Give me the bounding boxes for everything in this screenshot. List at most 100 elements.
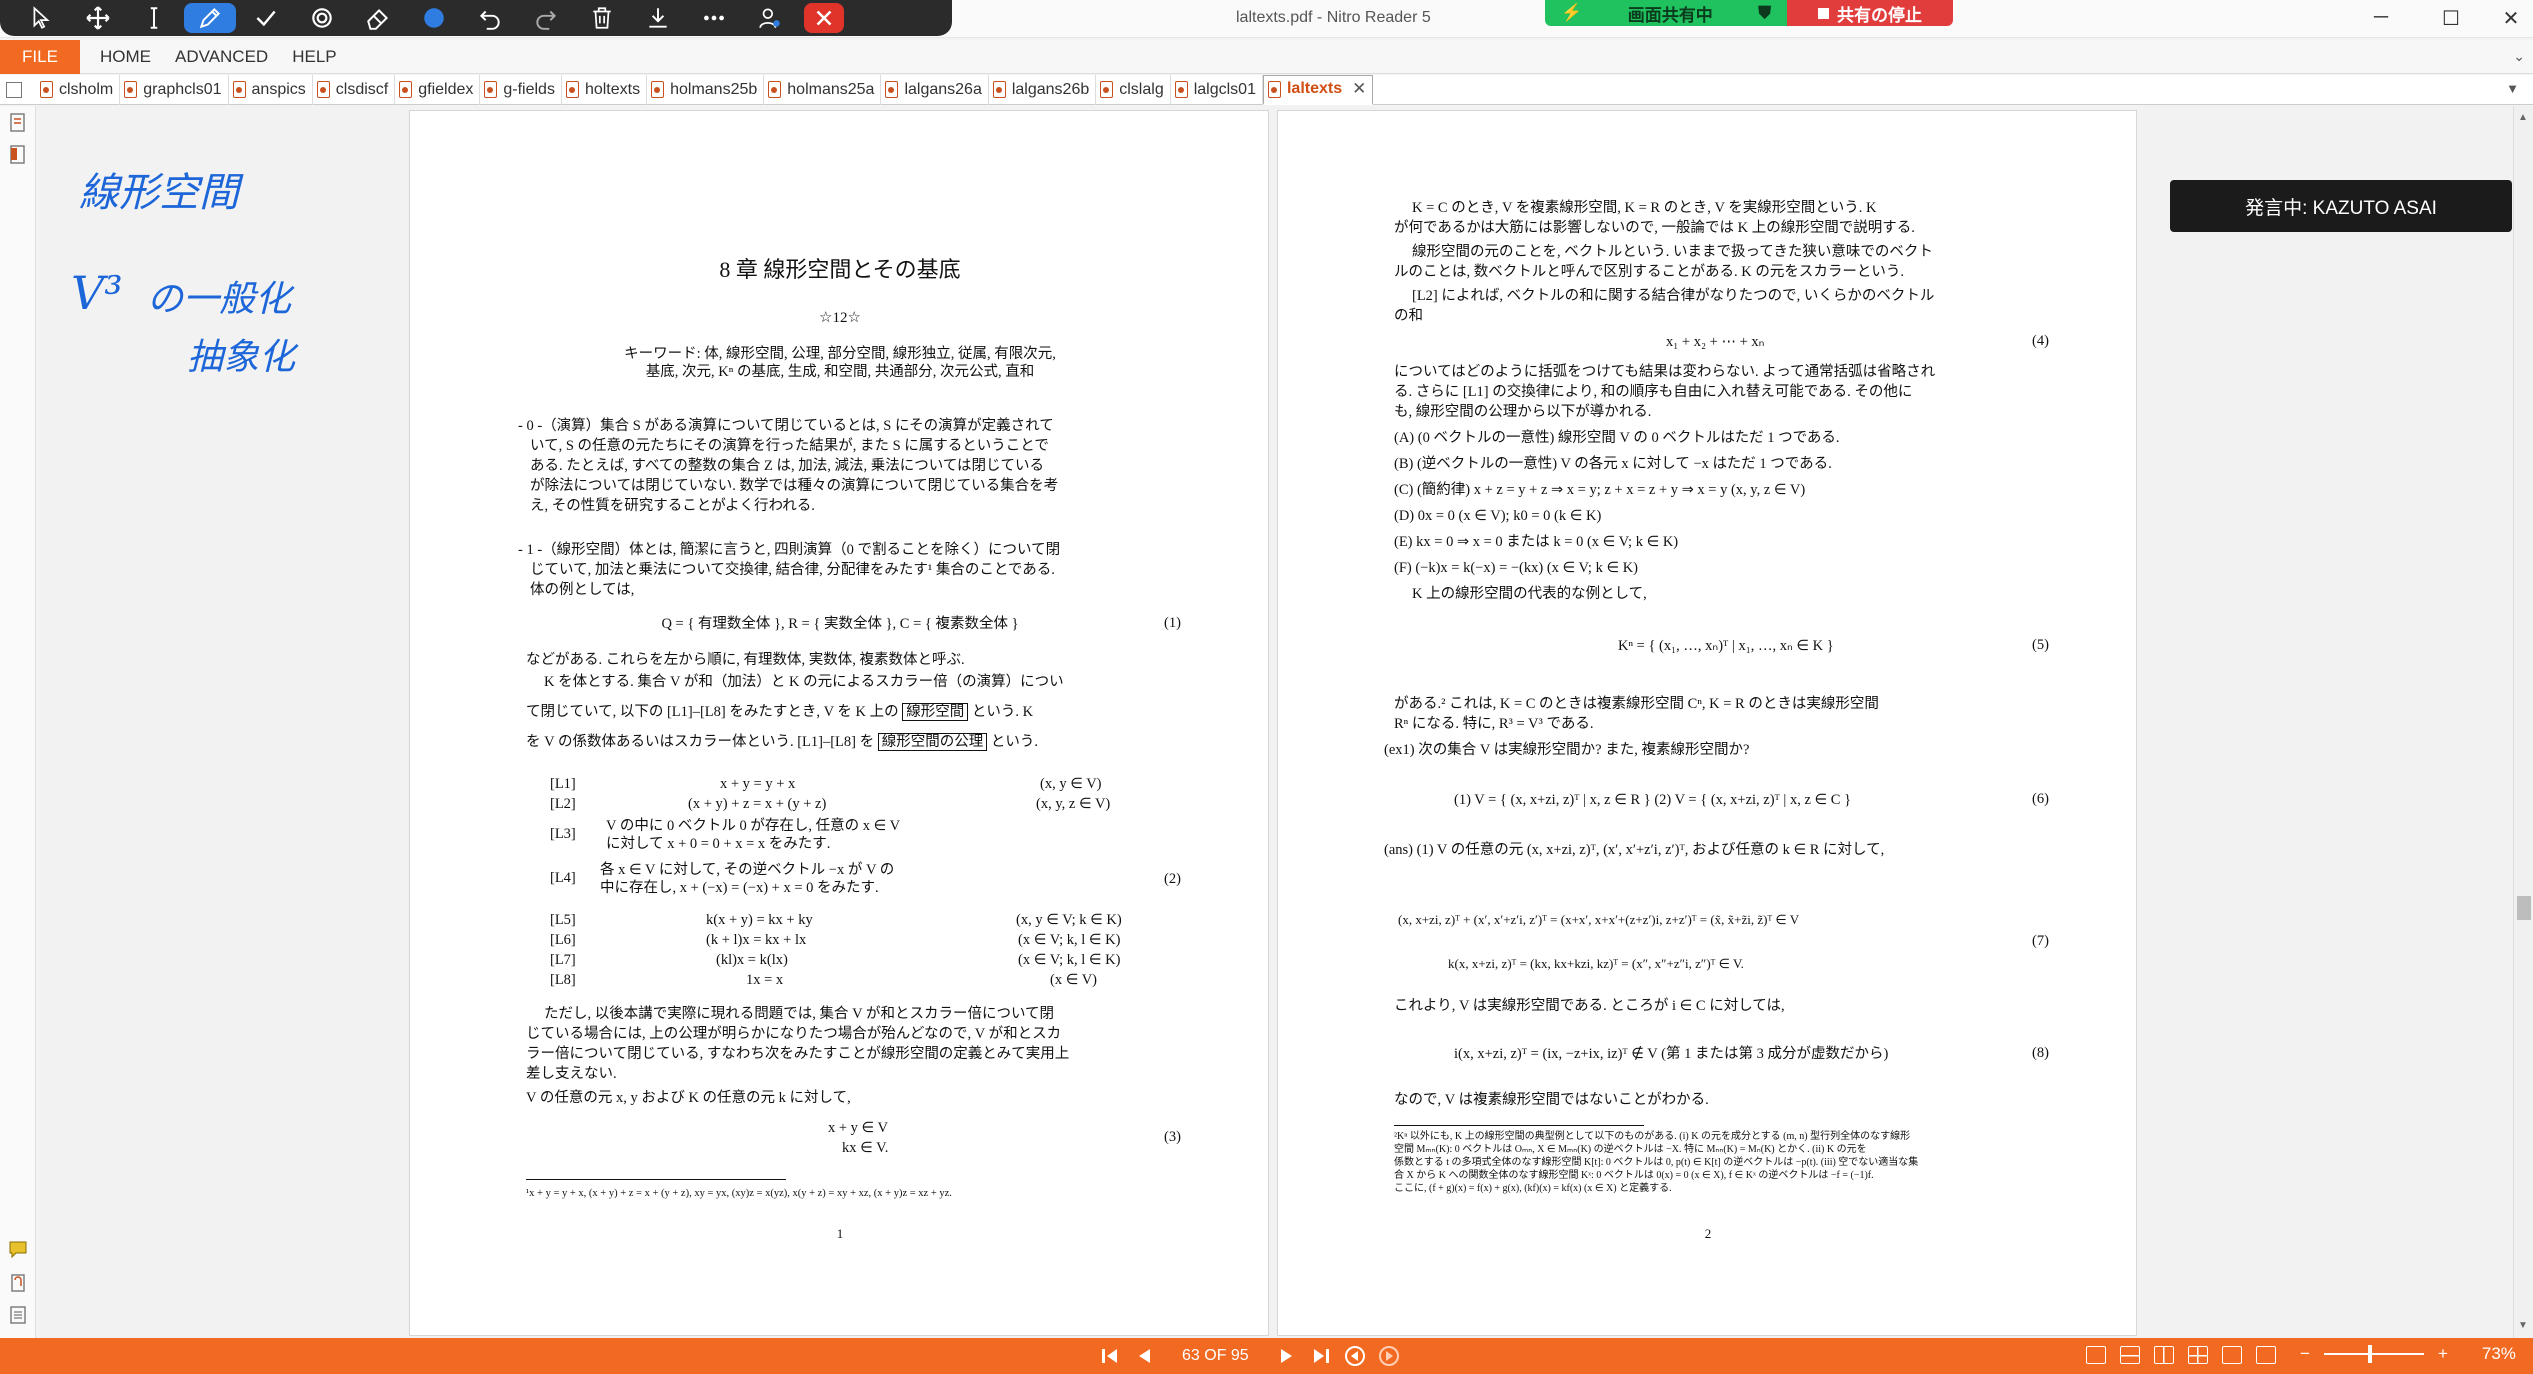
pages-panel-icon[interactable] — [7, 112, 29, 134]
attachments-panel-icon[interactable] — [7, 1272, 29, 1294]
chapter-title: 8 章 線形空間とその基底 — [719, 257, 961, 282]
tab-overflow-icon[interactable]: ▼ — [2506, 81, 2519, 96]
tab-laltexts[interactable]: laltexts ✕ — [1262, 74, 1374, 105]
stamp-tool[interactable] — [294, 0, 350, 36]
zoom-slider-thumb[interactable] — [2367, 1345, 2372, 1363]
scroll-down-icon[interactable]: ▼ — [2518, 1320, 2528, 1331]
text-line: も, 線形空間の公理から以下が導かれる. — [1394, 404, 1652, 420]
single-page-view-icon[interactable] — [2086, 1346, 2106, 1364]
axiom-tag: [L4] — [550, 870, 576, 886]
tab-list-icon[interactable] — [6, 81, 22, 98]
text-line: じていて, 加法と乗法について交換律, 結合律, 分配律をみたす¹ 集合のことで… — [530, 562, 1055, 578]
view-mode-buttons — [2086, 1346, 2276, 1364]
tab-holmans25b[interactable]: holmans25b — [647, 74, 765, 105]
select-arrow-tool[interactable] — [14, 0, 70, 36]
property-line: (E) kx = 0 ⇒ x = 0 または k = 0 (x ∈ V; k ∈… — [1394, 534, 1679, 550]
text-line: ルのことは, 数ベクトルと呼んで区別することがある. K の元をスカラーという. — [1394, 264, 1904, 280]
tab-holtexts[interactable]: holtexts — [562, 74, 648, 105]
layers-panel-icon[interactable] — [7, 1304, 29, 1326]
zoom-control: − + 73% — [2300, 1344, 2516, 1364]
check-tool[interactable] — [238, 0, 294, 36]
scrollbar-thumb[interactable] — [2517, 896, 2531, 920]
ribbon-collapse-icon[interactable]: ⌄ — [2513, 48, 2525, 65]
equation-number: (3) — [1164, 1129, 1181, 1145]
text-cursor-tool[interactable] — [126, 0, 182, 36]
close-window-button[interactable]: ✕ — [2486, 6, 2533, 31]
axiom-eq: 1x = x — [746, 972, 784, 988]
text-line: が除法については閉じていない. 数学では種々の演算について閉じている集合を考 — [530, 478, 1059, 494]
equation-8: i(x, x+zi, z)ᵀ = (ix, −z+ix, iz)ᵀ ∉ V (第… — [1454, 1046, 1889, 1062]
fit-width-icon[interactable] — [2256, 1346, 2276, 1364]
first-page-icon — [1102, 1349, 1117, 1363]
more-dots-icon — [704, 15, 724, 21]
facing-view-icon[interactable] — [2154, 1346, 2174, 1364]
tab-clsholm[interactable]: clsholm — [36, 74, 121, 105]
comments-panel-icon[interactable] — [7, 1238, 29, 1260]
first-page-button[interactable] — [1098, 1344, 1122, 1368]
tab-anspics[interactable]: anspics — [229, 74, 313, 105]
more-options-button[interactable] — [686, 0, 742, 36]
zoom-in-icon[interactable]: + — [2438, 1344, 2448, 1364]
text-cursor-icon — [150, 7, 158, 29]
axiom-cond: (x, y, z ∈ V) — [1036, 796, 1111, 812]
document-viewport[interactable]: 8 章 線形空間とその基底 ☆12☆ キーワード: 体, 線形空間, 公理, 部… — [37, 106, 2513, 1338]
scroll-up-icon[interactable]: ▲ — [2518, 112, 2528, 123]
tab-holmans25a[interactable]: holmans25a — [764, 74, 882, 105]
participant-settings-button[interactable] — [742, 0, 798, 36]
last-page-button[interactable] — [1309, 1344, 1333, 1368]
next-view-button[interactable] — [1377, 1344, 1401, 1368]
screen-share-bar: ⚡ 画面共有中 ⛊ 共有の停止 — [1545, 0, 1953, 26]
redo-button[interactable] — [518, 0, 574, 36]
tab-clslalg[interactable]: clslalg — [1096, 74, 1171, 105]
minimize-button[interactable]: ─ — [2356, 6, 2406, 29]
save-download-button[interactable] — [630, 0, 686, 36]
previous-view-button[interactable] — [1343, 1344, 1367, 1368]
tab-lalgans26b[interactable]: lalgans26b — [989, 74, 1097, 105]
close-icon — [816, 10, 832, 26]
pdf-page-2: K = C のとき, V を複素線形空間, K = R のとき, V を実線形空… — [1277, 110, 2137, 1336]
undo-button[interactable] — [462, 0, 518, 36]
menu-advanced[interactable]: ADVANCED — [175, 47, 268, 67]
text-line: K 上の線形空間の代表的な例として, — [1412, 586, 1647, 602]
vertical-scrollbar[interactable]: ▲ ▼ — [2513, 106, 2533, 1338]
keywords-line-2: 基底, 次元, Kⁿ の基底, 生成, 和空間, 共通部分, 次元公式, 直和 — [645, 364, 1035, 380]
tab-clsdiscf[interactable]: clsdiscf — [313, 74, 396, 105]
tab-gfieldex[interactable]: gfieldex — [395, 74, 481, 105]
menu-file[interactable]: FILE — [0, 39, 80, 74]
axiom-cond: (x ∈ V) — [1050, 972, 1097, 988]
menu-help[interactable]: HELP — [292, 47, 336, 67]
tab-lalgcls01[interactable]: lalgcls01 — [1171, 74, 1263, 105]
color-picker[interactable] — [406, 0, 462, 36]
fit-page-icon[interactable] — [2222, 1346, 2242, 1364]
eraser-tool[interactable] — [350, 0, 406, 36]
next-page-button[interactable] — [1275, 1344, 1299, 1368]
last-page-icon — [1313, 1349, 1329, 1363]
previous-page-button[interactable] — [1132, 1344, 1156, 1368]
bookmarks-panel-icon[interactable] — [7, 144, 29, 166]
facing-continuous-view-icon[interactable] — [2188, 1346, 2208, 1364]
axiom-eq: x + y = y + x — [720, 776, 796, 792]
plug-icon: ⚡ — [1561, 3, 1583, 22]
tab-g-fields[interactable]: g-fields — [480, 74, 562, 105]
pen-tool[interactable] — [184, 3, 236, 33]
delete-button[interactable] — [574, 0, 630, 36]
stop-sharing-button[interactable]: 共有の停止 — [1787, 0, 1953, 26]
document-tab-bar: clsholm graphcls01 anspics clsdiscf gfie… — [0, 74, 2533, 105]
zoom-slider[interactable] — [2323, 1345, 2424, 1363]
user-settings-icon — [759, 8, 780, 28]
zoom-out-icon[interactable]: − — [2300, 1344, 2310, 1364]
tab-graphcls01[interactable]: graphcls01 — [120, 74, 229, 105]
move-tool[interactable] — [70, 0, 126, 36]
equation-1: Q = { 有理数全体 }, R = { 実数全体 }, C = { 複素数全体… — [661, 616, 1019, 632]
cursor-arrow-icon — [33, 6, 50, 29]
close-tab-icon[interactable]: ✕ — [1352, 79, 1366, 99]
annotation-toolbar — [0, 0, 952, 36]
page-indicator[interactable]: 63 OF 95 — [1182, 1347, 1249, 1365]
axiom-tag: [L2] — [550, 796, 576, 812]
menu-home[interactable]: HOME — [100, 47, 151, 67]
maximize-button[interactable]: ☐ — [2426, 6, 2476, 31]
continuous-view-icon[interactable] — [2120, 1346, 2140, 1364]
tab-lalgans26a[interactable]: lalgans26a — [881, 74, 989, 105]
zoom-level[interactable]: 73% — [2482, 1344, 2516, 1364]
close-annotation-button[interactable] — [804, 3, 844, 33]
